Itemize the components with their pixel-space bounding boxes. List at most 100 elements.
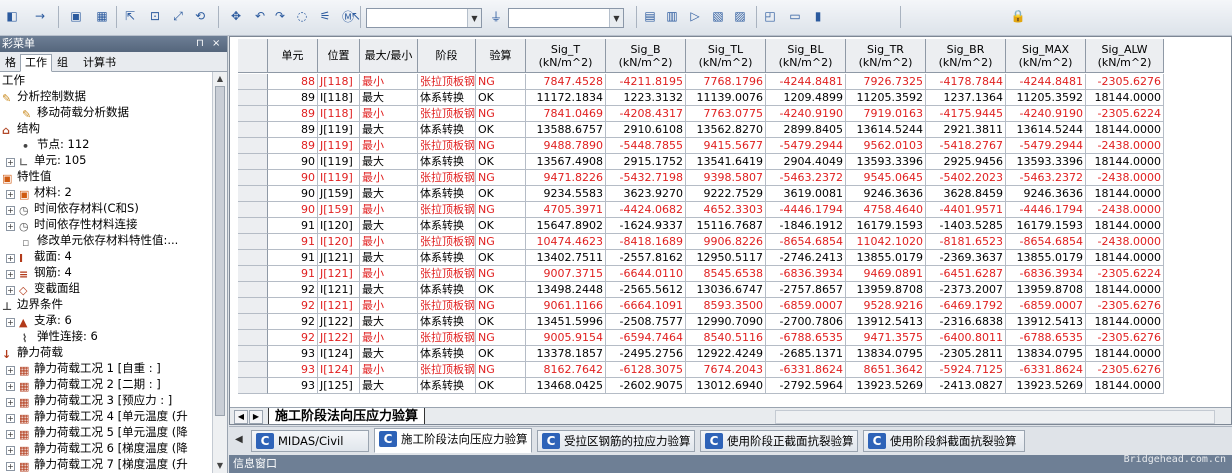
- cell-unit[interactable]: 91: [268, 234, 318, 250]
- cell-sig_max[interactable]: -6331.8624: [1006, 362, 1086, 378]
- cell-check[interactable]: OK: [476, 186, 526, 202]
- cell-mm[interactable]: 最大: [360, 218, 418, 234]
- pin-icon[interactable]: ⊓: [196, 36, 204, 52]
- expand-icon[interactable]: +: [6, 222, 15, 231]
- cell-check[interactable]: OK: [476, 122, 526, 138]
- cell-sig_b[interactable]: -2508.7577: [606, 314, 686, 330]
- cell-pos[interactable]: I[118]: [318, 106, 360, 122]
- lock-icon[interactable]: 🔒: [1008, 6, 1028, 26]
- cell-sig_t[interactable]: 8162.7642: [526, 362, 606, 378]
- expand-icon[interactable]: +: [6, 190, 15, 199]
- cell-sig_max[interactable]: 11205.3592: [1006, 90, 1086, 106]
- cell-sig_alw[interactable]: 18144.0000: [1086, 122, 1164, 138]
- cell-stage[interactable]: 张拉顶板钢: [418, 266, 476, 282]
- cell-sig_tl[interactable]: 12922.4249: [686, 346, 766, 362]
- cell-unit[interactable]: 91: [268, 250, 318, 266]
- cell-sig_t[interactable]: 13468.0425: [526, 378, 606, 394]
- cell-unit[interactable]: 90: [268, 170, 318, 186]
- cell-check[interactable]: NG: [476, 106, 526, 122]
- cell-sig_t[interactable]: 15647.8902: [526, 218, 606, 234]
- expand-icon[interactable]: +: [6, 318, 15, 327]
- cell-stage[interactable]: 张拉顶板钢: [418, 298, 476, 314]
- cell-sig_tl[interactable]: 9415.5677: [686, 138, 766, 154]
- tree-item[interactable]: + ∟ 单元: 105: [6, 152, 86, 169]
- cell-pos[interactable]: I[119]: [318, 170, 360, 186]
- panel-tab[interactable]: 格: [0, 54, 21, 72]
- row-header[interactable]: [238, 218, 268, 234]
- cell-sig_alw[interactable]: -2305.6276: [1086, 74, 1164, 90]
- cell-sig_tr[interactable]: 9469.0891: [846, 266, 926, 282]
- cell-stage[interactable]: 张拉顶板钢: [418, 362, 476, 378]
- cell-sig_tr[interactable]: 8651.3642: [846, 362, 926, 378]
- cell-sig_bl[interactable]: -2746.2413: [766, 250, 846, 266]
- row-header[interactable]: [238, 154, 268, 170]
- cell-sig_tl[interactable]: 13562.8270: [686, 122, 766, 138]
- cell-sig_br[interactable]: -6400.8011: [926, 330, 1006, 346]
- expand-icon[interactable]: +: [6, 206, 15, 215]
- tree-item[interactable]: + I 截面: 4: [6, 248, 72, 265]
- cell-sig_max[interactable]: -5479.2944: [1006, 138, 1086, 154]
- cell-sig_b[interactable]: -2495.2756: [606, 346, 686, 362]
- cell-mm[interactable]: 最小: [360, 138, 418, 154]
- cell-sig_bl[interactable]: 2904.4049: [766, 154, 846, 170]
- cell-sig_bl[interactable]: -2685.1371: [766, 346, 846, 362]
- cell-sig_bl[interactable]: -2757.8657: [766, 282, 846, 298]
- cell-check[interactable]: OK: [476, 154, 526, 170]
- cell-sig_t[interactable]: 13451.5996: [526, 314, 606, 330]
- cell-sig_br[interactable]: -2373.2007: [926, 282, 1006, 298]
- cell-sig_br[interactable]: 2925.9456: [926, 154, 1006, 170]
- scroll-down-icon[interactable]: ▼: [213, 459, 227, 473]
- cell-check[interactable]: OK: [476, 282, 526, 298]
- panel-tab[interactable]: 计算书: [78, 54, 121, 72]
- cell-sig_b[interactable]: -4424.0682: [606, 202, 686, 218]
- row-header[interactable]: [238, 346, 268, 362]
- cell-sig_br[interactable]: -6469.1792: [926, 298, 1006, 314]
- cell-sig_br[interactable]: -8181.6523: [926, 234, 1006, 250]
- cell-sig_tl[interactable]: 7763.0775: [686, 106, 766, 122]
- cell-sig_alw[interactable]: 18144.0000: [1086, 186, 1164, 202]
- cell-unit[interactable]: 92: [268, 282, 318, 298]
- cell-sig_tr[interactable]: 13834.0795: [846, 346, 926, 362]
- cell-mm[interactable]: 最大: [360, 282, 418, 298]
- cell-sig_alw[interactable]: -2305.6276: [1086, 298, 1164, 314]
- cell-sig_t[interactable]: 13567.4908: [526, 154, 606, 170]
- cell-sig_bl[interactable]: 1209.4899: [766, 90, 846, 106]
- cell-sig_bl[interactable]: -1846.1912: [766, 218, 846, 234]
- cell-stage[interactable]: 体系转换: [418, 314, 476, 330]
- cell-sig_bl[interactable]: -8654.6854: [766, 234, 846, 250]
- cell-sig_tr[interactable]: 7919.0163: [846, 106, 926, 122]
- cell-sig_alw[interactable]: -2305.6276: [1086, 362, 1164, 378]
- expand-icon[interactable]: +: [6, 462, 15, 471]
- tree-item[interactable]: + ◷ 时间依存性材料连接: [6, 216, 138, 233]
- cell-sig_bl[interactable]: -6331.8624: [766, 362, 846, 378]
- window-icon[interactable]: ◰: [760, 6, 780, 26]
- cell-unit[interactable]: 91: [268, 218, 318, 234]
- cell-stage[interactable]: 张拉顶板钢: [418, 202, 476, 218]
- cell-sig_t[interactable]: 11172.1834: [526, 90, 606, 106]
- cell-stage[interactable]: 体系转换: [418, 218, 476, 234]
- cell-stage[interactable]: 张拉顶板钢: [418, 234, 476, 250]
- column-header-sig_alw[interactable]: Sig_ALW (kN/m^2): [1086, 39, 1164, 73]
- cell-sig_alw[interactable]: 18144.0000: [1086, 250, 1164, 266]
- cell-sig_b[interactable]: -8418.1689: [606, 234, 686, 250]
- tree-item[interactable]: + ◷ 时间依存材料(C和S): [6, 200, 139, 217]
- scroll-up-icon[interactable]: ▲: [213, 72, 227, 86]
- tree-item[interactable]: ⊥ 边界条件: [2, 296, 63, 313]
- cell-check[interactable]: NG: [476, 330, 526, 346]
- cell-sig_b[interactable]: -4211.8195: [606, 74, 686, 90]
- cell-sig_alw[interactable]: -2305.6224: [1086, 106, 1164, 122]
- cell-sig_br[interactable]: -1403.5285: [926, 218, 1006, 234]
- cell-sig_t[interactable]: 9471.8226: [526, 170, 606, 186]
- cell-sig_t[interactable]: 13498.2448: [526, 282, 606, 298]
- cell-stage[interactable]: 体系转换: [418, 282, 476, 298]
- expand-icon[interactable]: +: [6, 398, 15, 407]
- row-header[interactable]: [238, 378, 268, 394]
- row-header[interactable]: [238, 122, 268, 138]
- tree-item[interactable]: ✎ 分析控制数据: [2, 88, 86, 105]
- save-icon[interactable]: ▣: [66, 6, 86, 26]
- document-tab[interactable]: C MIDAS/Civil: [251, 430, 369, 452]
- cell-sig_alw[interactable]: -2305.6276: [1086, 330, 1164, 346]
- cell-mm[interactable]: 最大: [360, 154, 418, 170]
- row-header[interactable]: [238, 234, 268, 250]
- cell-sig_bl[interactable]: -6836.3934: [766, 266, 846, 282]
